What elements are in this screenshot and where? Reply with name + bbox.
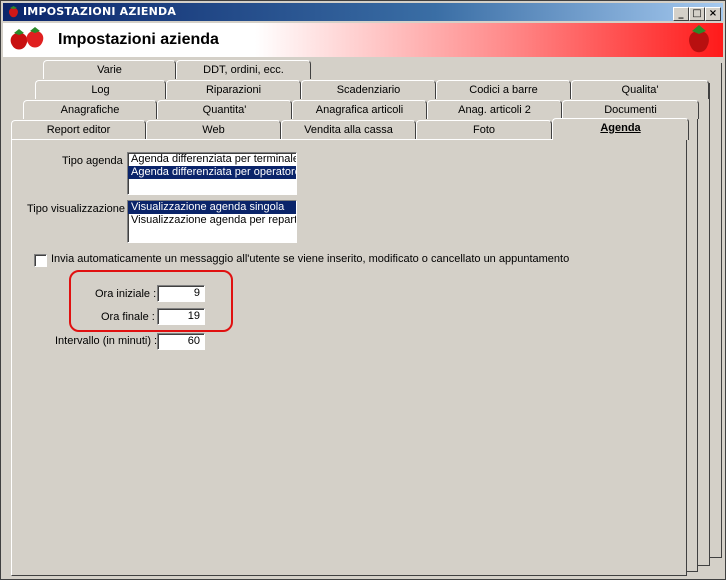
minimize-button[interactable]: _: [673, 7, 689, 21]
tab-riparazioni[interactable]: Riparazioni: [166, 80, 301, 99]
ora-iniziale-input[interactable]: 9: [157, 285, 205, 302]
intervallo-input[interactable]: 60: [157, 333, 205, 350]
intervallo-label: Intervallo (in minuti) :: [55, 335, 158, 347]
tab-agenda[interactable]: Agenda: [552, 118, 689, 140]
strawberry-icon: [9, 6, 18, 18]
page-title: Impostazioni azienda: [58, 31, 219, 48]
tipo-agenda-label: Tipo agenda: [62, 155, 123, 167]
list-item-selected[interactable]: Agenda differenziata per operatore: [128, 166, 296, 179]
maximize-button[interactable]: □: [689, 7, 705, 21]
close-button[interactable]: ×: [705, 7, 721, 21]
strawberries-icon: [10, 27, 44, 50]
tab-foto[interactable]: Foto: [416, 120, 552, 139]
ora-iniziale-label: Ora iniziale :: [95, 288, 157, 300]
list-item-selected[interactable]: Visualizzazione agenda singola: [128, 201, 296, 214]
tab-qualita[interactable]: Qualita': [571, 80, 709, 99]
tab-scadenziario[interactable]: Scadenziario: [301, 80, 436, 99]
notify-checkbox[interactable]: [34, 254, 47, 267]
settings-window: IMPOSTAZIONI AZIENDA _ □ × Impostazioni …: [0, 0, 726, 580]
tab-report-editor[interactable]: Report editor: [11, 120, 146, 139]
tipo-visualizzazione-listbox[interactable]: Visualizzazione agenda singola Visualizz…: [127, 200, 297, 243]
title-bar[interactable]: IMPOSTAZIONI AZIENDA _ □ ×: [3, 3, 723, 21]
window-title: IMPOSTAZIONI AZIENDA: [23, 5, 177, 18]
tab-anag-articoli-2[interactable]: Anag. articoli 2: [427, 100, 562, 119]
tab-quantita[interactable]: Quantita': [157, 100, 292, 119]
tipo-visualizzazione-label: Tipo visualizzazione: [27, 203, 126, 215]
tab-web[interactable]: Web: [146, 120, 281, 139]
tab-vendita-alla-cassa[interactable]: Vendita alla cassa: [281, 120, 416, 139]
header-banner: Impostazioni azienda: [3, 23, 723, 57]
strawberry-icon: [689, 25, 709, 53]
tab-documenti[interactable]: Documenti: [562, 100, 699, 119]
list-item[interactable]: Agenda differenziata per terminale: [128, 153, 296, 166]
ora-finale-label: Ora finale :: [101, 311, 155, 323]
tipo-agenda-listbox[interactable]: Agenda differenziata per terminale Agend…: [127, 152, 297, 195]
ora-finale-input[interactable]: 19: [157, 308, 205, 325]
agenda-panel: Tipo agenda Agenda differenziata per ter…: [11, 139, 687, 576]
tab-log[interactable]: Log: [35, 80, 166, 99]
tab-ddt-ordini[interactable]: DDT, ordini, ecc.: [176, 60, 311, 79]
notify-label: Invia automaticamente un messaggio all'u…: [51, 253, 570, 265]
tab-anagrafica-articoli[interactable]: Anagrafica articoli: [292, 100, 427, 119]
tab-varie[interactable]: Varie: [43, 60, 176, 79]
tab-anagrafiche[interactable]: Anagrafiche: [23, 100, 157, 119]
tab-codici-a-barre[interactable]: Codici a barre: [436, 80, 571, 99]
list-item[interactable]: Visualizzazione agenda per reparto: [128, 214, 296, 227]
